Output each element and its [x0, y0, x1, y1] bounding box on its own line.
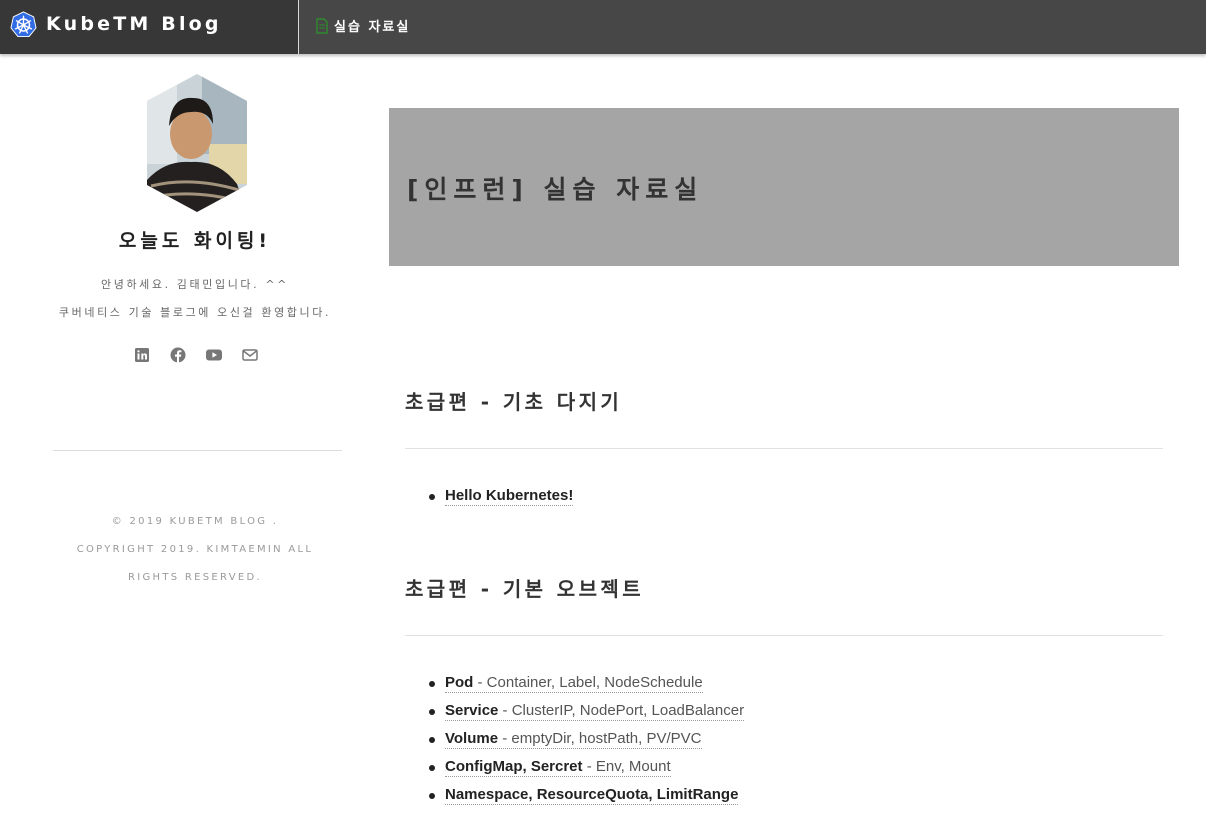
list-item: ConfigMap, Sercret - Env, Mount [428, 757, 744, 785]
link-title: Namespace, ResourceQuota, LimitRange [445, 786, 739, 803]
section-title-basics: 초급편 - 기초 다지기 [405, 390, 623, 414]
link-title: ConfigMap, Sercret [445, 758, 583, 775]
link-description: - Env, Mount [582, 758, 671, 775]
intro-line: 안녕하세요. 김태민입니다. ^^ [101, 278, 289, 291]
link-title: Pod [445, 674, 474, 691]
post-link-volume[interactable]: Volume - emptyDir, hostPath, PV/PVC [445, 730, 702, 749]
section-list-basics: Hello Kubernetes! [428, 486, 574, 514]
envelope-icon[interactable] [242, 347, 258, 363]
page-header-banner: [인프런] 실습 자료실 [389, 108, 1179, 266]
link-title: Volume [445, 730, 499, 747]
link-description: - ClusterIP, NodePort, LoadBalancer [498, 702, 745, 719]
facebook-icon[interactable] [170, 347, 186, 363]
sidebar-title: 오늘도 화이팅! [118, 230, 272, 252]
copyright-line: RIGHTS RESERVED. [128, 572, 262, 583]
link-description: - emptyDir, hostPath, PV/PVC [498, 730, 702, 747]
copyright-line: COPYRIGHT 2019. KIMTAEMIN ALL [76, 544, 314, 555]
kubernetes-logo-icon [10, 11, 37, 38]
post-link-service[interactable]: Service - ClusterIP, NodePort, LoadBalan… [445, 702, 745, 721]
post-link-pod[interactable]: Pod - Container, Label, NodeSchedule [445, 674, 703, 693]
link-title: Hello Kubernetes! [445, 487, 574, 504]
section-divider [405, 635, 1163, 636]
page-title: [인프런] 실습 자료실 [407, 175, 704, 204]
link-description: - Container, Label, NodeSchedule [473, 674, 703, 691]
post-link-hello-kubernetes[interactable]: Hello Kubernetes! [445, 487, 574, 506]
social-links [134, 347, 258, 363]
navbar-divider [298, 0, 299, 54]
post-link-configmap[interactable]: ConfigMap, Sercret - Env, Mount [445, 758, 671, 777]
avatar [147, 74, 247, 212]
sidebar-divider [53, 450, 342, 451]
section-list-objects: Pod - Container, Label, NodeSchedule Ser… [428, 673, 745, 813]
list-item: Namespace, ResourceQuota, LimitRange [428, 785, 744, 813]
brand-title: KubeTM Blog [46, 13, 222, 35]
list-item: Service - ClusterIP, NodePort, LoadBalan… [428, 701, 745, 729]
nav-item-label: 실습 자료실 [334, 20, 411, 35]
section-divider [405, 448, 1163, 449]
intro-line: 쿠버네티스 기술 블로그에 오신걸 환영합니다. [58, 306, 332, 319]
copyright-line: © 2019 KUBETM BLOG . [111, 516, 279, 527]
link-title: Service [445, 702, 499, 719]
top-navbar: KubeTM Blog 실습 자료실 [0, 0, 1206, 54]
list-item: Volume - emptyDir, hostPath, PV/PVC [428, 729, 744, 757]
linkedin-icon[interactable] [134, 347, 150, 363]
document-icon [316, 17, 328, 34]
post-link-namespace[interactable]: Namespace, ResourceQuota, LimitRange [445, 786, 739, 805]
list-item: Hello Kubernetes! [428, 486, 574, 514]
section-title-objects: 초급편 - 기본 오브젝트 [405, 577, 644, 601]
nav-item-practice-archive[interactable]: 실습 자료실 [316, 16, 410, 35]
list-item: Pod - Container, Label, NodeSchedule [428, 673, 744, 701]
youtube-icon[interactable] [206, 347, 222, 363]
sidebar: 오늘도 화이팅! 안녕하세요. 김태민입니다. ^^ 쿠버네티스 기술 블로그에… [0, 54, 390, 830]
brand-link[interactable]: KubeTM Blog [0, 0, 298, 54]
